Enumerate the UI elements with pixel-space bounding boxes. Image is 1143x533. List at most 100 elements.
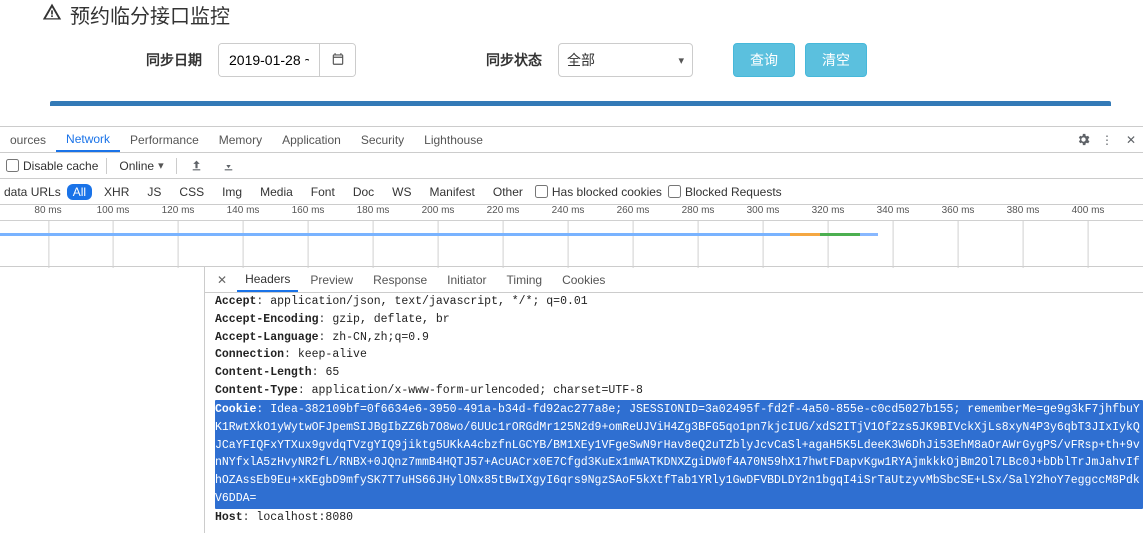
timeline-tick: 120 ms [162, 205, 195, 216]
filter-type[interactable]: WS [386, 184, 417, 200]
header-row: Connection: keep-alive [215, 346, 1143, 364]
filter-type[interactable]: Media [254, 184, 299, 200]
devtools-tab[interactable]: Performance [120, 127, 209, 152]
calendar-icon [331, 52, 345, 69]
blocked-requests-label: Blocked Requests [685, 185, 782, 199]
filter-type[interactable]: JS [141, 184, 167, 200]
header-key: Content-Type [215, 384, 298, 397]
section-divider [50, 101, 1111, 106]
network-timeline[interactable]: 80 ms 100 ms 120 ms 140 ms 160 ms 180 ms… [0, 205, 1143, 267]
detail-tabs: ✕ Headers Preview Response Initiator Tim… [205, 267, 1143, 293]
timeline-tick: 200 ms [422, 205, 455, 216]
timeline-tick: 280 ms [682, 205, 715, 216]
chevron-down-icon: ▾ [678, 54, 684, 67]
header-row: Content-Length: 65 [215, 364, 1143, 382]
filter-type[interactable]: CSS [173, 184, 210, 200]
disable-cache-label: Disable cache [23, 159, 98, 173]
devtools-tab[interactable]: ources [0, 127, 56, 152]
header-value: 65 [325, 366, 339, 379]
detail-tab[interactable]: Initiator [439, 267, 494, 292]
filter-type[interactable]: Img [216, 184, 248, 200]
query-button[interactable]: 查询 [733, 43, 795, 77]
date-label: 同步日期 [146, 50, 202, 70]
status-select[interactable]: 全部 ▾ [558, 43, 693, 77]
header-row: Accept-Encoding: gzip, deflate, br [215, 311, 1143, 329]
header-row: Content-Type: application/x-www-form-url… [215, 382, 1143, 400]
download-icon[interactable] [221, 158, 237, 174]
timeline-bar [790, 233, 820, 236]
header-key: Connection [215, 348, 284, 361]
devtools-tabbar: ources Network Performance Memory Applic… [0, 127, 1143, 153]
timeline-bar [860, 233, 878, 236]
devtools-tab[interactable]: Memory [209, 127, 272, 152]
header-row: Accept-Language: zh-CN,zh;q=0.9 [215, 329, 1143, 347]
close-icon[interactable]: ✕ [1123, 132, 1139, 148]
checkbox-input[interactable] [668, 185, 681, 198]
devtools-tab[interactable]: Network [56, 127, 120, 152]
status-label: 同步状态 [486, 50, 542, 70]
filter-type[interactable]: Doc [347, 184, 380, 200]
timeline-tick: 360 ms [942, 205, 975, 216]
chevron-down-icon: ▾ [158, 159, 164, 172]
header-row-cookie: Cookie: Idea-382109bf=0f6634e6-3950-491a… [215, 400, 1143, 509]
upload-icon[interactable] [189, 158, 205, 174]
devtools-tab[interactable]: Security [351, 127, 414, 152]
filter-form: 同步日期 同步状态 全部 ▾ 查询 清空 [36, 43, 1125, 77]
filter-type[interactable]: Other [487, 184, 529, 200]
blocked-cookies-checkbox[interactable]: Has blocked cookies [535, 185, 662, 199]
close-detail-icon[interactable]: ✕ [211, 273, 233, 287]
page-title: 预约临分接口监控 [36, 0, 1125, 43]
date-input[interactable] [219, 44, 319, 76]
detail-tab[interactable]: Timing [499, 267, 551, 292]
detail-tab[interactable]: Headers [237, 267, 298, 292]
date-input-group [218, 43, 356, 77]
header-value: zh-CN,zh;q=0.9 [332, 331, 429, 344]
header-key: Accept-Language [215, 331, 319, 344]
network-filterbar: data URLs All XHR JS CSS Img Media Font … [0, 179, 1143, 205]
timeline-tick: 140 ms [227, 205, 260, 216]
headers-panel[interactable]: Accept: application/json, text/javascrip… [205, 293, 1143, 533]
header-key: Accept [215, 295, 256, 308]
filter-type[interactable]: Font [305, 184, 341, 200]
timeline-bar [820, 233, 860, 236]
devtools-tab[interactable]: Application [272, 127, 351, 152]
header-value: Idea-382109bf=0f6634e6-3950-491a-b34d-fd… [215, 403, 1140, 505]
detail-tab[interactable]: Response [365, 267, 435, 292]
clear-button[interactable]: 清空 [805, 43, 867, 77]
header-key: Host [215, 511, 243, 524]
detail-tab[interactable]: Cookies [554, 267, 613, 292]
checkbox-input[interactable] [535, 185, 548, 198]
timeline-tick: 300 ms [747, 205, 780, 216]
data-urls-label: data URLs [4, 185, 61, 199]
disable-cache-checkbox[interactable]: Disable cache [6, 159, 98, 173]
timeline-tick: 320 ms [812, 205, 845, 216]
calendar-button[interactable] [319, 44, 355, 76]
throttling-select[interactable]: Online ▾ [115, 156, 167, 176]
warning-icon [42, 2, 62, 28]
request-list[interactable] [0, 267, 205, 533]
throttling-value: Online [119, 159, 154, 173]
detail-tab[interactable]: Preview [302, 267, 361, 292]
timeline-tick: 100 ms [97, 205, 130, 216]
filter-type[interactable]: All [67, 184, 92, 200]
blocked-cookies-label: Has blocked cookies [552, 185, 662, 199]
header-value: application/x-www-form-urlencoded; chars… [312, 384, 643, 397]
header-row: Accept: application/json, text/javascrip… [215, 293, 1143, 311]
timeline-tick: 380 ms [1007, 205, 1040, 216]
gear-icon[interactable] [1075, 132, 1091, 148]
checkbox-input[interactable] [6, 159, 19, 172]
timeline-tick: 240 ms [552, 205, 585, 216]
devtools-panel: ources Network Performance Memory Applic… [0, 126, 1143, 533]
separator [176, 158, 177, 174]
devtools-tab[interactable]: Lighthouse [414, 127, 493, 152]
blocked-requests-checkbox[interactable]: Blocked Requests [668, 185, 782, 199]
request-detail: ✕ Headers Preview Response Initiator Tim… [0, 267, 1143, 533]
timeline-tick: 180 ms [357, 205, 390, 216]
filter-type[interactable]: XHR [98, 184, 135, 200]
kebab-icon[interactable]: ⋮ [1099, 132, 1115, 148]
filter-type[interactable]: Manifest [424, 184, 481, 200]
timeline-bar [0, 233, 790, 236]
header-value: keep-alive [298, 348, 367, 361]
timeline-tick: 400 ms [1072, 205, 1105, 216]
header-value: gzip, deflate, br [332, 313, 449, 326]
